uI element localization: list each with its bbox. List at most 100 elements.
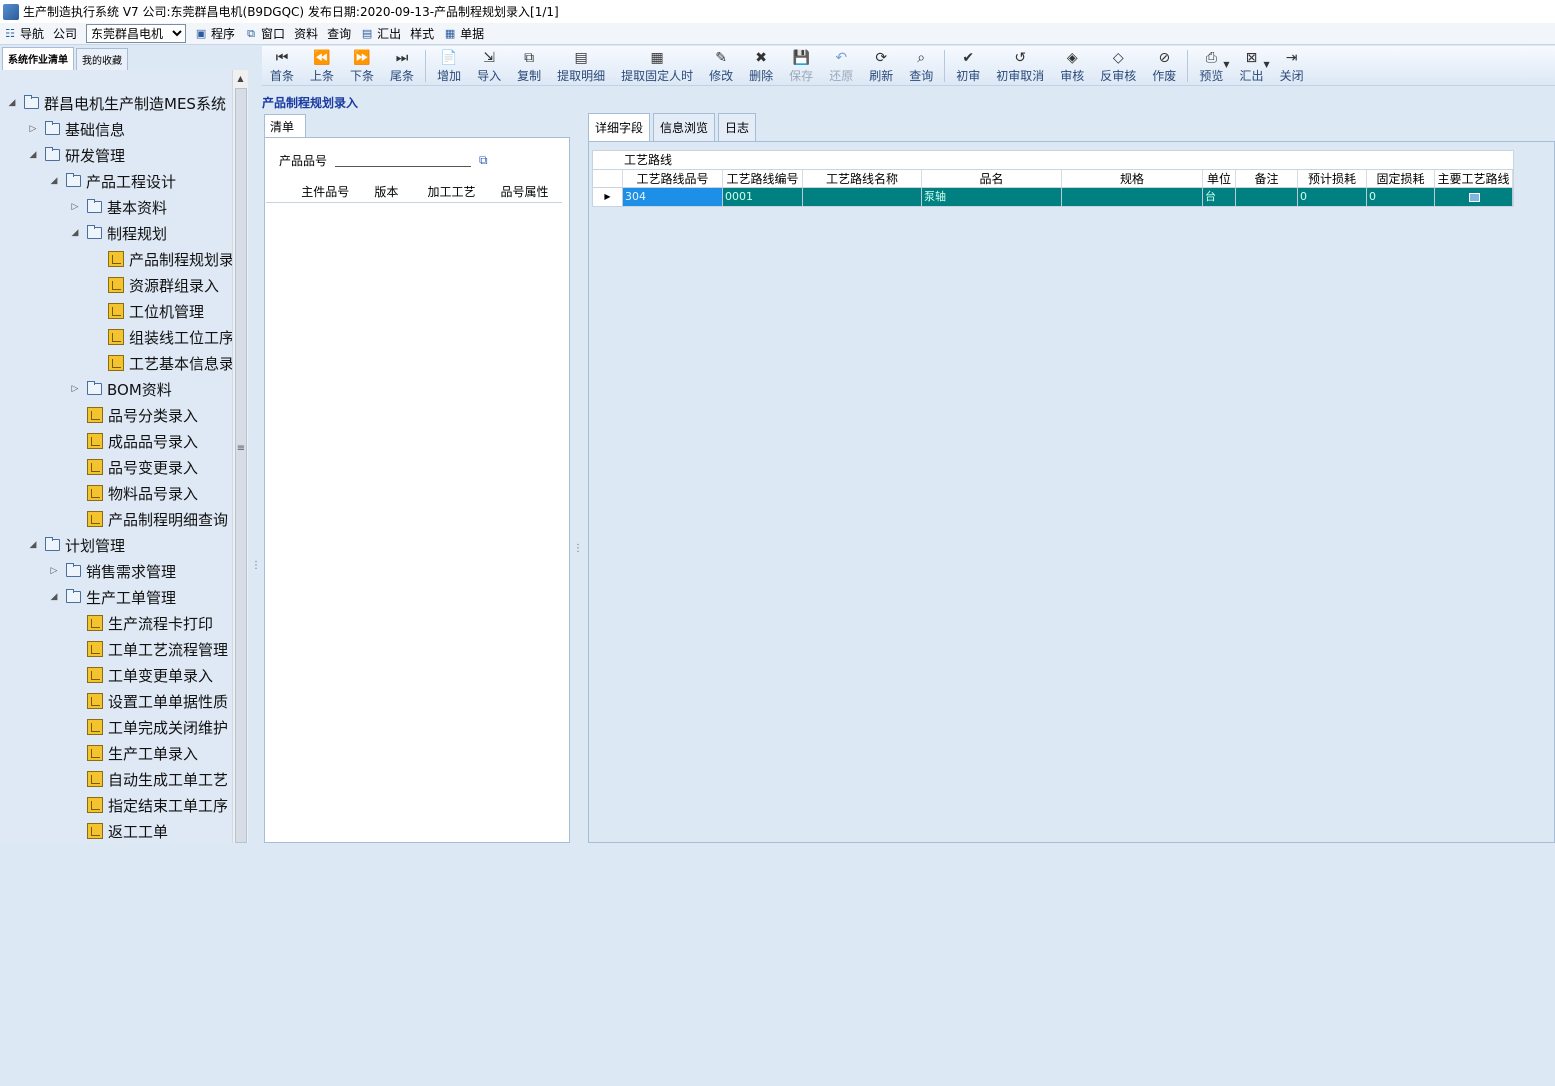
tree-item[interactable]: 产品制程明细查询 [87,507,228,531]
toolbar-button-delete[interactable]: ✖ 删除 [749,50,773,84]
grid-col-header[interactable]: 备注 [1236,170,1298,187]
grid-col-header[interactable]: 单位 [1203,170,1236,187]
toolbar-button-prev[interactable]: ⏪ 上条 [310,50,334,84]
tree-item[interactable]: 资源群组录入 [108,273,219,297]
grid-col-header[interactable]: 工艺路线编号 [723,170,803,187]
tree-item[interactable]: ◢ 群昌电机生产制造MES系统 [6,91,226,115]
grid-col-header[interactable]: 预计损耗 [1298,170,1367,187]
list-col-header[interactable]: 版本 [357,183,416,200]
tab-log[interactable]: 日志 [718,113,757,141]
toolbar-button-query[interactable]: ⌕ 查询 [909,50,933,84]
toolbar-button-check[interactable]: ✔ 初审 [956,50,980,84]
toolbar-button-save[interactable]: 💾 保存 [789,50,813,84]
table-cell[interactable]: 0 [1367,188,1435,206]
tree-item[interactable]: 生产工单录入 [87,741,198,765]
grid-col-header[interactable]: 工艺路线品号 [623,170,723,187]
toolbar-button-import[interactable]: ⇲ 导入 [477,50,501,84]
toolbar-button-approve[interactable]: ◈ 审核 [1060,50,1084,84]
tree-item[interactable]: ◢ 计划管理 [27,533,125,557]
grid-col-header[interactable]: 规格 [1062,170,1203,187]
scroll-thumb[interactable]: ≡ [235,88,247,843]
table-cell[interactable]: 304 [623,188,723,206]
menu-program[interactable]: ▣ 程序 [194,25,235,42]
collapse-icon[interactable]: ◢ [48,592,60,602]
toolbar-button-unapprove[interactable]: ◇ 反审核 [1100,50,1136,84]
table-cell[interactable]: 0 [1298,188,1367,206]
toolbar-button-preview[interactable]: ⎙ 预览 [1199,50,1223,84]
tab-favorites[interactable]: 我的收藏 [76,48,128,70]
menu-nav[interactable]: ☷ 导航 [3,25,44,42]
expand-icon[interactable]: ▷ [69,384,81,394]
left-splitter[interactable]: ⋮ [250,46,262,843]
table-cell[interactable]: 台 [1203,188,1236,206]
tree-item[interactable]: 工位机管理 [108,299,204,323]
collapse-icon[interactable]: ◢ [6,98,18,108]
product-filter-input[interactable] [335,155,472,167]
toolbar-button-next[interactable]: ⏩ 下条 [350,50,374,84]
tree-item[interactable]: ▷ 基本资料 [69,195,167,219]
table-cell[interactable] [1062,188,1203,206]
toolbar-button-refresh[interactable]: ⟳ 刷新 [869,50,893,84]
dropdown-arrow-icon[interactable]: ▼ [1223,50,1229,69]
grid-col-header[interactable]: 品名 [922,170,1062,187]
tree-item[interactable]: ▷ 基础信息 [27,117,125,141]
list-col-header[interactable]: 加工工艺 [416,183,487,200]
tab-info-browse[interactable]: 信息浏览 [653,113,716,141]
table-cell[interactable] [1435,188,1513,206]
scroll-up-icon[interactable]: ▲ [233,70,248,88]
expand-icon[interactable]: ▷ [48,566,60,576]
tab-system-jobs[interactable]: 系统作业清单 [2,47,74,70]
collapse-icon[interactable]: ◢ [48,176,60,186]
menu-summary[interactable]: ▤ 汇出 [360,25,401,42]
tree-item[interactable]: 产品制程规划录 [108,247,234,271]
main-route-checkbox[interactable] [1469,192,1480,202]
tree-item[interactable]: ◢ 生产工单管理 [48,585,176,609]
tree-item[interactable]: ▷ BOM资料 [69,377,172,401]
tree-item[interactable]: 工单变更单录入 [87,663,213,687]
menu-window[interactable]: ⧉ 窗口 [244,25,285,42]
expand-icon[interactable]: ▷ [69,202,81,212]
tree-item[interactable]: 设置工单单据性质 [87,689,228,713]
tree-item[interactable]: ◢ 产品工程设计 [48,169,176,193]
tree-item[interactable]: 成品品号录入 [87,429,198,453]
tree-item[interactable]: 返工工单 [87,819,168,843]
menu-bill[interactable]: ▦ 单据 [443,25,484,42]
tree-item[interactable]: ▷ 销售需求管理 [48,559,176,583]
tree-scrollbar[interactable]: ▲ ≡ [232,70,248,843]
toolbar-button-undo[interactable]: ↶ 还原 [829,50,853,84]
collapse-icon[interactable]: ◢ [69,228,81,238]
picker-icon[interactable]: ⧉ [479,153,488,168]
toolbar-button-last[interactable]: ⏭ 尾条 [390,50,414,84]
menu-query[interactable]: 查询 [327,25,351,42]
toolbar-button-copy[interactable]: ⧉ 复制 [517,50,541,84]
tree-item[interactable]: 物料品号录入 [87,481,198,505]
tree-item[interactable]: 品号变更录入 [87,455,198,479]
tree-item[interactable]: 工单完成关闭维护 [87,715,228,739]
tree-item[interactable]: 组装线工位工序 [108,325,234,349]
tree-item[interactable]: 品号分类录入 [87,403,198,427]
tree-item[interactable]: 指定结束工单工序 [87,793,228,817]
toolbar-button-close[interactable]: ⇥ 关闭 [1280,50,1304,84]
list-col-header[interactable]: 品号属性 [487,183,562,200]
table-row[interactable]: ▶ 304 0001 泵轴 台 0 0 [592,188,1514,207]
grid-col-header[interactable]: 主要工艺路线 [1435,170,1513,187]
toolbar-button-check-cancel[interactable]: ↺ 初审取消 [996,50,1044,84]
dropdown-arrow-icon[interactable]: ▼ [1264,50,1270,69]
table-cell[interactable]: 泵轴 [922,188,1062,206]
table-cell[interactable] [803,188,922,206]
toolbar-button-edit[interactable]: ✎ 修改 [709,50,733,84]
table-cell[interactable]: 0001 [723,188,803,206]
collapse-icon[interactable]: ◢ [27,150,39,160]
toolbar-button-export[interactable]: ⊠ 汇出 [1239,50,1263,84]
tree-item[interactable]: 生产流程卡打印 [87,611,213,635]
menu-style[interactable]: 样式 [410,25,434,42]
toolbar-button-first[interactable]: ⏮ 首条 [270,50,294,84]
list-col-header[interactable]: 主件品号 [294,183,357,200]
expand-icon[interactable]: ▷ [27,124,39,134]
menu-data[interactable]: 资料 [294,25,318,42]
tree-item[interactable]: 自动生成工单工艺 [87,767,228,791]
tab-list[interactable]: 清单 [264,114,306,138]
tree-item[interactable]: ◢ 研发管理 [27,143,125,167]
toolbar-button-extract-hours[interactable]: ▦ 提取固定人时 [621,50,693,84]
toolbar-button-add[interactable]: 📄 增加 [437,50,461,84]
